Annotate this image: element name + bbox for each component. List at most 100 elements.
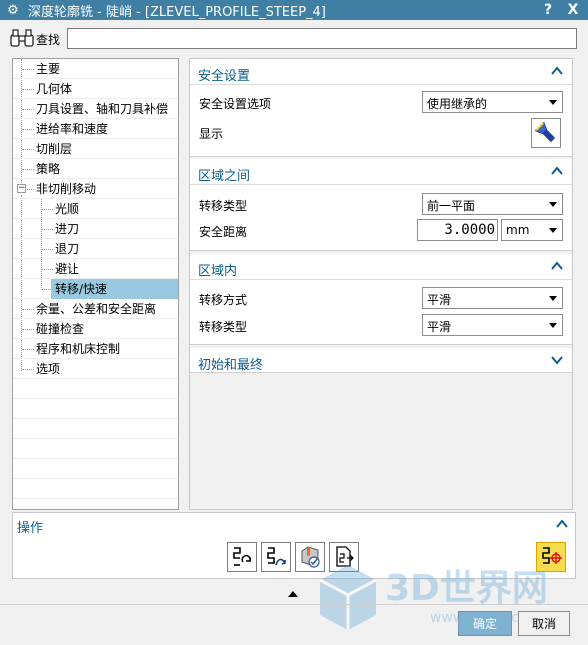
tree-item-stock-tolerances[interactable]: 余量、公差和安全距离 — [13, 299, 178, 319]
collapse-panel-icon[interactable] — [288, 591, 298, 597]
safety-settings-header[interactable]: 安全设置 — [190, 59, 572, 85]
group-title: 区域之间 — [198, 169, 251, 184]
input-value: 3.0000 — [444, 222, 495, 238]
tree-item-label: 进刀 — [55, 222, 80, 236]
transfer-mode-select[interactable]: 平滑 — [422, 287, 563, 309]
dropdown-arrow-icon — [549, 100, 557, 105]
tree-item-feeds-speeds[interactable]: 进给率和速度 — [13, 119, 178, 139]
tree-item-strategy[interactable]: 策略 — [13, 159, 178, 179]
tree-item-tool-settings[interactable]: 刀具设置、轴和刀具补偿 — [13, 99, 178, 119]
safety-option-select[interactable]: 使用继承的 — [422, 91, 563, 113]
group-title: 安全设置 — [198, 69, 251, 84]
parameter-tree: 主要 几何体 刀具设置、轴和刀具补偿 进给率和速度 切削层 策略 − 非切削移动… — [12, 58, 179, 510]
tree-item-collision-check[interactable]: 碰撞检查 — [13, 319, 178, 339]
tree-item-label: 碰撞检查 — [36, 322, 85, 336]
tree-empty-row — [13, 439, 178, 459]
transfer-mode-label: 转移方式 — [199, 293, 248, 307]
tree-item-label: 主要 — [36, 62, 61, 76]
initial-final-group: 初始和最终 — [190, 348, 572, 373]
tree-item-geometry[interactable]: 几何体 — [13, 79, 178, 99]
tree-item-options[interactable]: 选项 — [13, 359, 178, 379]
regenerate-button[interactable] — [227, 542, 257, 572]
tree-item-cut-levels[interactable]: 切削层 — [13, 139, 178, 159]
display-button[interactable] — [531, 118, 561, 148]
chevron-up-icon[interactable] — [555, 517, 569, 531]
tree-item-label: 几何体 — [36, 82, 73, 96]
flashlight-icon — [535, 122, 555, 142]
operations-title: 操作 — [17, 521, 44, 536]
chevron-up-icon[interactable] — [550, 259, 564, 273]
chevron-up-icon[interactable] — [550, 164, 564, 178]
select-value: 使用继承的 — [427, 97, 488, 111]
tree-item-label: 策略 — [36, 162, 61, 176]
transfer-type-select[interactable]: 前一平面 — [422, 193, 563, 215]
cancel-button[interactable]: 取消 — [518, 611, 570, 636]
title-bar: ⚙ 深度轮廓铣 - 陡峭 - [ZLEVEL_PROFILE_STEEP_4] … — [0, 0, 588, 20]
safety-option-label: 安全设置选项 — [199, 97, 272, 111]
select-value: mm — [506, 223, 530, 237]
tree-item-transfer-rapid[interactable]: 转移/快速 — [13, 279, 178, 299]
dropdown-arrow-icon — [549, 228, 557, 233]
dropdown-arrow-icon — [549, 296, 557, 301]
tree-item-retract[interactable]: 退刀 — [13, 239, 178, 259]
between-regions-header[interactable]: 区域之间 — [190, 159, 572, 185]
replay-button[interactable] — [261, 542, 291, 572]
group-title: 区域内 — [198, 264, 238, 279]
within-transfer-type-select[interactable]: 平滑 — [422, 314, 563, 336]
tree-empty-row — [13, 459, 178, 479]
dropdown-arrow-icon — [549, 323, 557, 328]
initial-final-header[interactable]: 初始和最终 — [190, 348, 572, 373]
tree-item-avoidance[interactable]: 避让 — [13, 259, 178, 279]
watermark-text: 3D世界网 — [385, 568, 548, 609]
tree-empty-row — [13, 399, 178, 419]
help-button[interactable]: ? — [538, 0, 558, 20]
tree-empty-row — [13, 419, 178, 439]
tree-item-label: 避让 — [55, 262, 80, 276]
safety-settings-group: 安全设置 安全设置选项 使用继承的 显示 — [190, 59, 572, 157]
collapse-toggle-icon[interactable]: − — [17, 184, 26, 193]
find-input[interactable] — [67, 28, 577, 49]
tree-item-label: 切削层 — [36, 142, 73, 156]
transfer-type-label: 转移类型 — [199, 199, 248, 213]
between-regions-group: 区域之间 转移类型 前一平面 安全距离 3.0000 mm — [190, 159, 572, 251]
tree-item-main[interactable]: 主要 — [13, 59, 178, 79]
select-value: 前一平面 — [427, 199, 476, 213]
tree-item-smoothing[interactable]: 光顺 — [13, 199, 178, 219]
safe-distance-unit-select[interactable]: mm — [501, 219, 563, 241]
within-region-header[interactable]: 区域内 — [190, 254, 572, 280]
within-transfer-type-label: 转移类型 — [199, 320, 248, 334]
dropdown-arrow-icon — [549, 202, 557, 207]
tree-item-label: 余量、公差和安全距离 — [36, 302, 157, 316]
close-button[interactable]: X — [563, 0, 583, 20]
safe-distance-label: 安全距离 — [199, 225, 248, 239]
safe-distance-input[interactable]: 3.0000 — [417, 219, 498, 241]
window-title: 深度轮廓铣 - 陡峭 - [ZLEVEL_PROFILE_STEEP_4] — [28, 4, 326, 20]
tree-item-label: 退刀 — [55, 242, 80, 256]
tree-item-program-machine-control[interactable]: 程序和机床控制 — [13, 339, 178, 359]
regenerate-icon — [233, 547, 251, 566]
tree-item-non-cutting-moves[interactable]: − 非切削移动 — [13, 179, 178, 199]
select-value: 平滑 — [427, 320, 452, 334]
tree-item-label: 光顺 — [55, 202, 80, 216]
find-bar: 查找 — [0, 20, 588, 56]
tree-item-label: 程序和机床控制 — [36, 342, 121, 356]
tree-empty-row — [13, 379, 178, 399]
display-label: 显示 — [199, 127, 224, 141]
chevron-down-icon[interactable] — [550, 353, 564, 367]
binoculars-icon — [10, 29, 34, 47]
within-region-group: 区域内 转移方式 平滑 转移类型 平滑 — [190, 254, 572, 345]
tree-item-label: 转移/快速 — [51, 279, 178, 299]
tree-item-label: 非切削移动 — [36, 182, 97, 196]
select-value: 平滑 — [427, 293, 452, 307]
ok-button[interactable]: 确定 — [458, 611, 512, 636]
tree-item-label: 进给率和速度 — [36, 122, 109, 136]
settings-panel: 安全设置 安全设置选项 使用继承的 显示 区域之间 转移类型 前一平面 安全距离… — [189, 58, 573, 510]
gear-icon: ⚙ — [7, 2, 19, 18]
tree-item-engage[interactable]: 进刀 — [13, 219, 178, 239]
tree-empty-row — [13, 479, 178, 499]
tree-item-label: 刀具设置、轴和刀具补偿 — [36, 102, 169, 116]
replay-icon — [267, 547, 286, 566]
find-label: 查找 — [36, 33, 61, 47]
tree-item-label: 选项 — [36, 362, 61, 376]
chevron-up-icon[interactable] — [550, 64, 564, 78]
